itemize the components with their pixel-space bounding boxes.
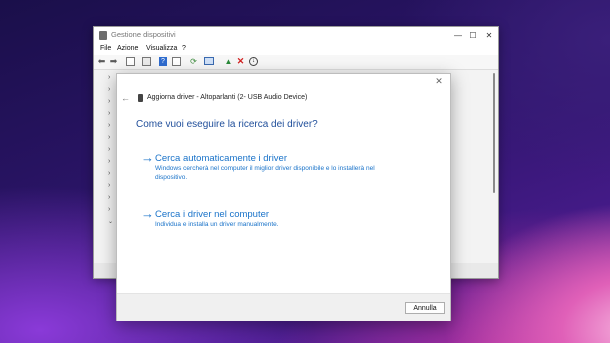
window-title: Gestione dispositivi [111,30,176,39]
option-description: Windows cercherà nel computer il miglior… [155,165,375,181]
back-button[interactable]: ← [121,93,130,103]
chevron-down-icon[interactable]: ⌄ [108,218,113,225]
option-label[interactable]: Cerca i driver nel computer [155,209,269,220]
help-icon[interactable]: ? [159,57,167,66]
menu-visualizza[interactable]: Visualizza [146,45,177,52]
chevron-right-icon[interactable]: › [108,110,110,117]
chevron-right-icon[interactable]: › [108,170,110,177]
menu-file[interactable]: File [100,45,111,52]
close-button[interactable]: ✕ [482,29,496,42]
chevron-right-icon[interactable]: › [108,74,110,81]
update-driver-icon[interactable]: ▲ [224,57,233,66]
maximize-button[interactable]: ☐ [466,29,480,42]
list-icon[interactable] [142,57,151,66]
chevron-right-icon[interactable]: › [108,122,110,129]
chevron-right-icon[interactable]: › [108,98,110,105]
device-tree: › › › › › › › › › › › › ⌄ [94,70,116,275]
minimize-button[interactable]: — [451,29,465,42]
cancel-button[interactable]: Annulla [405,302,445,314]
dialog-title: Aggiorna driver - Altoparlanti (2- USB A… [147,94,308,101]
update-driver-dialog: ✕ ← Aggiorna driver - Altoparlanti (2- U… [116,73,451,321]
dialog-close-button[interactable]: ✕ [433,76,445,87]
disable-icon[interactable]: ↓ [249,57,258,66]
chevron-right-icon[interactable]: › [108,86,110,93]
option-label[interactable]: Cerca automaticamente i driver [155,153,287,164]
chevron-right-icon[interactable]: › [108,206,110,213]
view-icon[interactable] [172,57,181,66]
title-bar: Gestione dispositivi — ☐ ✕ [94,27,498,44]
speaker-device-icon [138,94,143,102]
arrow-right-icon: → [141,150,154,165]
dialog-footer: Annulla [117,293,450,321]
monitor-icon[interactable] [204,57,214,65]
back-arrow-icon[interactable]: ⬅ [97,57,106,66]
menu-help[interactable]: ? [182,45,186,52]
toolbar: ⬅ ➡ ? ⟳ ▲ ✕ ↓ [94,55,498,70]
forward-arrow-icon[interactable]: ➡ [109,57,118,66]
arrow-right-icon: → [141,206,154,221]
chevron-right-icon[interactable]: › [108,134,110,141]
scan-icon[interactable]: ⟳ [189,57,198,66]
option-description: Individua e installa un driver manualmen… [155,221,279,228]
device-manager-icon [99,31,107,40]
dialog-heading: Come vuoi eseguire la ricerca dei driver… [136,119,318,130]
uninstall-icon[interactable]: ✕ [236,57,245,66]
chevron-right-icon[interactable]: › [108,182,110,189]
chevron-right-icon[interactable]: › [108,194,110,201]
scrollbar[interactable] [493,73,495,193]
menu-azione[interactable]: Azione [117,45,138,52]
properties-icon[interactable] [126,57,135,66]
chevron-right-icon[interactable]: › [108,146,110,153]
menu-bar: File Azione Visualizza ? [94,44,498,55]
chevron-right-icon[interactable]: › [108,158,110,165]
